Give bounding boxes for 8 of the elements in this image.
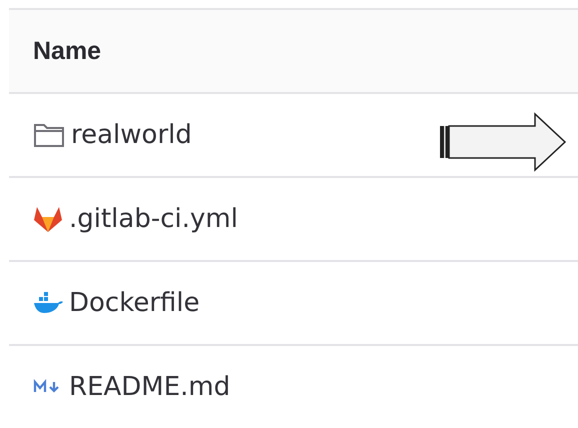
- file-name[interactable]: Dockerfile: [69, 288, 200, 318]
- file-name[interactable]: realworld: [71, 120, 192, 150]
- fox-icon: [33, 205, 63, 233]
- file-name[interactable]: README.md: [69, 372, 230, 402]
- whale-icon: [33, 292, 63, 314]
- folder-icon: [33, 122, 65, 148]
- column-header: Name: [33, 36, 102, 66]
- file-name[interactable]: .gitlab-ci.yml: [69, 204, 238, 234]
